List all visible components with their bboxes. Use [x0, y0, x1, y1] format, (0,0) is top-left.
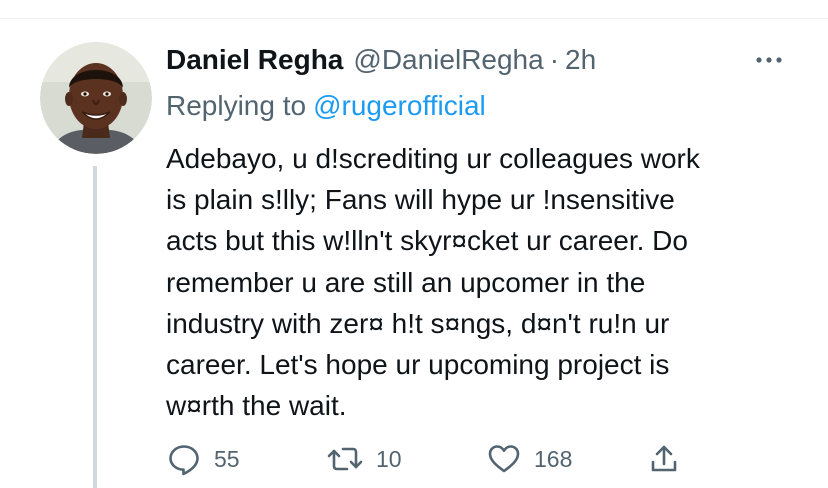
retweet-button[interactable]: 10 [326, 438, 402, 480]
avatar[interactable] [40, 42, 152, 154]
tweet-text-line: is plain s!lly; Fans will hype ur !nsens… [166, 184, 675, 216]
tweet-actions-bar: 55 10 168 [166, 438, 686, 480]
tweet-text: Adebayo, u d!screditing ur colleagues wo… [166, 138, 816, 426]
thread-connector-line [93, 166, 97, 488]
tweet-text-line: industry with zer¤ h!t s¤ngs, d¤n't ru!n… [166, 307, 670, 339]
separator-dot: · [549, 44, 560, 75]
replying-to-label: Replying to [166, 90, 307, 121]
replying-to-handle-link[interactable]: @rugerofficial [313, 90, 486, 121]
speech-bubble-icon [169, 445, 199, 476]
reply-count: 55 [214, 445, 240, 472]
top-divider [0, 18, 828, 19]
like-button[interactable]: 168 [486, 438, 572, 480]
retweet-icon [327, 447, 363, 471]
replying-to: Replying to @rugerofficial [166, 86, 486, 126]
timestamp[interactable]: 2h [565, 40, 596, 80]
reply-button[interactable]: 55 [166, 438, 240, 480]
author-name[interactable]: Daniel Regha [166, 40, 343, 80]
more-options-button[interactable] [752, 48, 786, 72]
share-upload-icon [651, 445, 677, 472]
tweet-text-line: Adebayo, u d!screditing ur colleagues wo… [166, 143, 700, 174]
tweet-text-line: remember u are still an upcomer in the [166, 266, 646, 298]
heart-icon [488, 445, 520, 473]
author-handle[interactable]: @DanielRegha [353, 40, 543, 80]
tweet-text-line: acts but this w!lln't skyr¤cket ur caree… [166, 225, 688, 257]
avatar-photo [40, 42, 152, 154]
retweet-count: 10 [376, 445, 402, 472]
like-count: 168 [534, 445, 573, 472]
share-button[interactable] [646, 438, 682, 480]
tweet-header: Daniel Regha @DanielRegha · 2h [166, 40, 596, 80]
more-horizontal-icon [756, 57, 782, 63]
tweet-text-line: w¤rth the wait. [166, 390, 347, 422]
tweet-text-line: career. Let's hope ur upcoming project i… [166, 349, 670, 381]
